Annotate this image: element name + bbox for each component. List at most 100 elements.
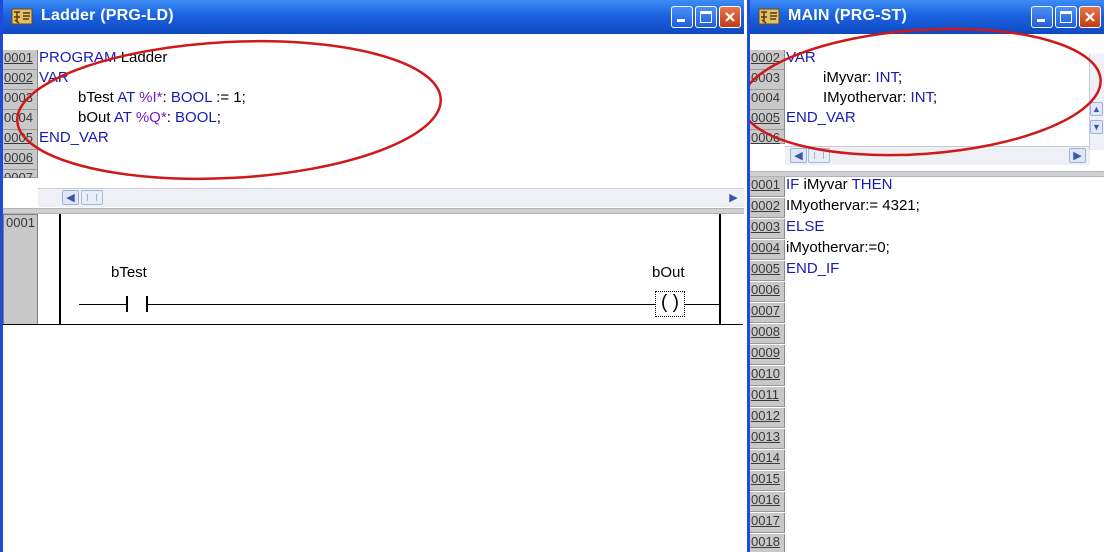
main-titlebar[interactable]: MAIN (PRG-ST)	[750, 0, 1104, 34]
code-line[interactable]: 0001 IF iMyvar THEN	[750, 177, 892, 197]
line-number: 0005	[750, 110, 785, 130]
line-number: 0005	[750, 261, 785, 281]
code-line[interactable]: 0014	[750, 450, 785, 470]
close-button[interactable]	[719, 6, 741, 28]
code-line[interactable]: 0005 END_VAR	[750, 110, 856, 130]
code-line[interactable]: 0003 bTest AT %I*: BOOL := 1;	[3, 90, 246, 110]
code-line[interactable]: 0015	[750, 471, 785, 491]
scroll-right-icon: ▶	[1073, 150, 1082, 162]
minimize-button[interactable]	[1031, 6, 1053, 28]
st-body-editor[interactable]: 0001 IF iMyvar THEN 0002 IMyothervar:= 4…	[750, 177, 1104, 552]
scroll-right-button[interactable]: ▶	[725, 190, 742, 205]
address: %Q*	[135, 109, 167, 126]
line-number: 0004	[750, 240, 785, 260]
declaration-hscrollbar[interactable]: ◀ ▶	[38, 188, 744, 207]
declaration-editor[interactable]: 0002 VAR 0003 iMyvar: INT; 0004 IMyother…	[750, 34, 1104, 165]
line-number: 0003	[750, 70, 785, 90]
code-line[interactable]: 0004 IMyothervar: INT;	[750, 90, 937, 110]
code-line[interactable]: 0002 VAR	[750, 50, 816, 70]
code-line[interactable]: 0006	[3, 150, 39, 170]
left-power-rail	[59, 214, 61, 325]
code-line[interactable]: 0002 IMyothervar:= 4321;	[750, 198, 920, 218]
output-coil[interactable]: ( )	[655, 291, 685, 317]
network-separator	[3, 324, 743, 325]
var-name: bOut	[78, 109, 111, 126]
rung-wire	[148, 304, 655, 305]
code-line[interactable]: 0008	[750, 324, 785, 344]
contact-label[interactable]: bTest	[111, 264, 147, 281]
line-number: 0010	[750, 366, 785, 386]
scroll-left-button[interactable]: ◀	[62, 190, 79, 205]
code-line[interactable]: 0002 VAR	[3, 70, 69, 90]
code-line[interactable]: 0003 ELSE	[750, 219, 824, 239]
code-line[interactable]: 0011	[750, 387, 785, 407]
close-button[interactable]	[1079, 6, 1101, 28]
window-title: Ladder (PRG-LD)	[41, 7, 174, 24]
code-line[interactable]: 0018	[750, 534, 785, 552]
maximize-icon	[700, 11, 712, 23]
maximize-button[interactable]	[1055, 6, 1077, 28]
code-line[interactable]: 0009	[750, 345, 785, 365]
code-line[interactable]: 0005 END_IF	[750, 261, 839, 281]
line-number: 0011	[750, 387, 785, 407]
coil-label[interactable]: bOut	[652, 264, 685, 281]
declaration-editor[interactable]: 0001 PROGRAM Ladder 0002 VAR 0003 bTest …	[3, 34, 744, 207]
code-line[interactable]: 0017	[750, 513, 785, 533]
code-line[interactable]: 0006	[750, 282, 785, 302]
scroll-right-button[interactable]: ▶	[1069, 148, 1086, 163]
code-line[interactable]: 0006	[750, 130, 785, 144]
app-icon	[11, 8, 33, 25]
scroll-down-button[interactable]: ▼	[1090, 120, 1103, 134]
scroll-thumb[interactable]	[81, 190, 103, 205]
code-line[interactable]: 0004 iMyothervar:=0;	[750, 240, 890, 260]
var-type: INT	[910, 89, 934, 106]
code-text: END_IF	[786, 260, 840, 277]
code-line[interactable]: 0013	[750, 429, 785, 449]
maximize-button[interactable]	[695, 6, 717, 28]
line-number: 0002	[3, 70, 38, 90]
line-number: 0001	[3, 50, 38, 70]
contact-left-bar[interactable]	[126, 296, 128, 312]
var-name: IMyothervar	[823, 89, 903, 106]
scroll-left-icon: ◀	[66, 192, 75, 204]
line-number: 0013	[750, 429, 785, 449]
code-line[interactable]: 0007	[3, 170, 38, 178]
var-name: iMyvar	[823, 69, 868, 86]
minimize-button[interactable]	[671, 6, 693, 28]
declaration-hscrollbar[interactable]: ◀ ▶	[785, 146, 1090, 165]
line-number: 0003	[750, 219, 785, 239]
code-line[interactable]: 0016	[750, 492, 785, 512]
declaration-vscrollbar[interactable]: ▲ ▼	[1089, 54, 1104, 150]
line-number: 0008	[750, 324, 785, 344]
maximize-icon	[1060, 11, 1072, 23]
code-line[interactable]: 0001 PROGRAM Ladder	[3, 50, 167, 70]
line-number: 0003	[3, 90, 38, 110]
line-number: 0007	[3, 170, 38, 178]
scroll-left-icon: ◀	[794, 150, 803, 162]
scroll-thumb[interactable]	[808, 148, 830, 163]
pane-splitter[interactable]	[3, 208, 744, 214]
var-type: BOOL	[170, 89, 212, 106]
code-line[interactable]: 0004 bOut AT %Q*: BOOL;	[3, 110, 221, 130]
scroll-up-button[interactable]: ▲	[1090, 102, 1103, 116]
code-text: END_VAR	[786, 109, 856, 126]
line-number: 0005	[3, 130, 38, 150]
scroll-up-icon: ▲	[1092, 104, 1101, 114]
code-line[interactable]: 0007	[750, 303, 785, 323]
keyword-then: THEN	[851, 176, 893, 193]
line-number: 0002	[750, 198, 785, 218]
code-line[interactable]: 0003 iMyvar: INT;	[750, 70, 902, 90]
scroll-down-icon: ▼	[1092, 122, 1101, 132]
line-number: 0001	[750, 177, 785, 197]
scroll-left-button[interactable]: ◀	[790, 148, 807, 163]
line-number: 0006	[750, 282, 785, 302]
ladder-titlebar[interactable]: Ladder (PRG-LD)	[3, 0, 744, 34]
code-line[interactable]: 0010	[750, 366, 785, 386]
code-line[interactable]: 0012	[750, 408, 785, 428]
close-icon	[1085, 12, 1095, 22]
network-number[interactable]: 0001	[3, 214, 38, 325]
right-power-rail	[719, 214, 721, 325]
code-text: ELSE	[786, 218, 825, 235]
code-line[interactable]: 0005 END_VAR	[3, 130, 109, 150]
line-number: 0006	[750, 130, 785, 144]
